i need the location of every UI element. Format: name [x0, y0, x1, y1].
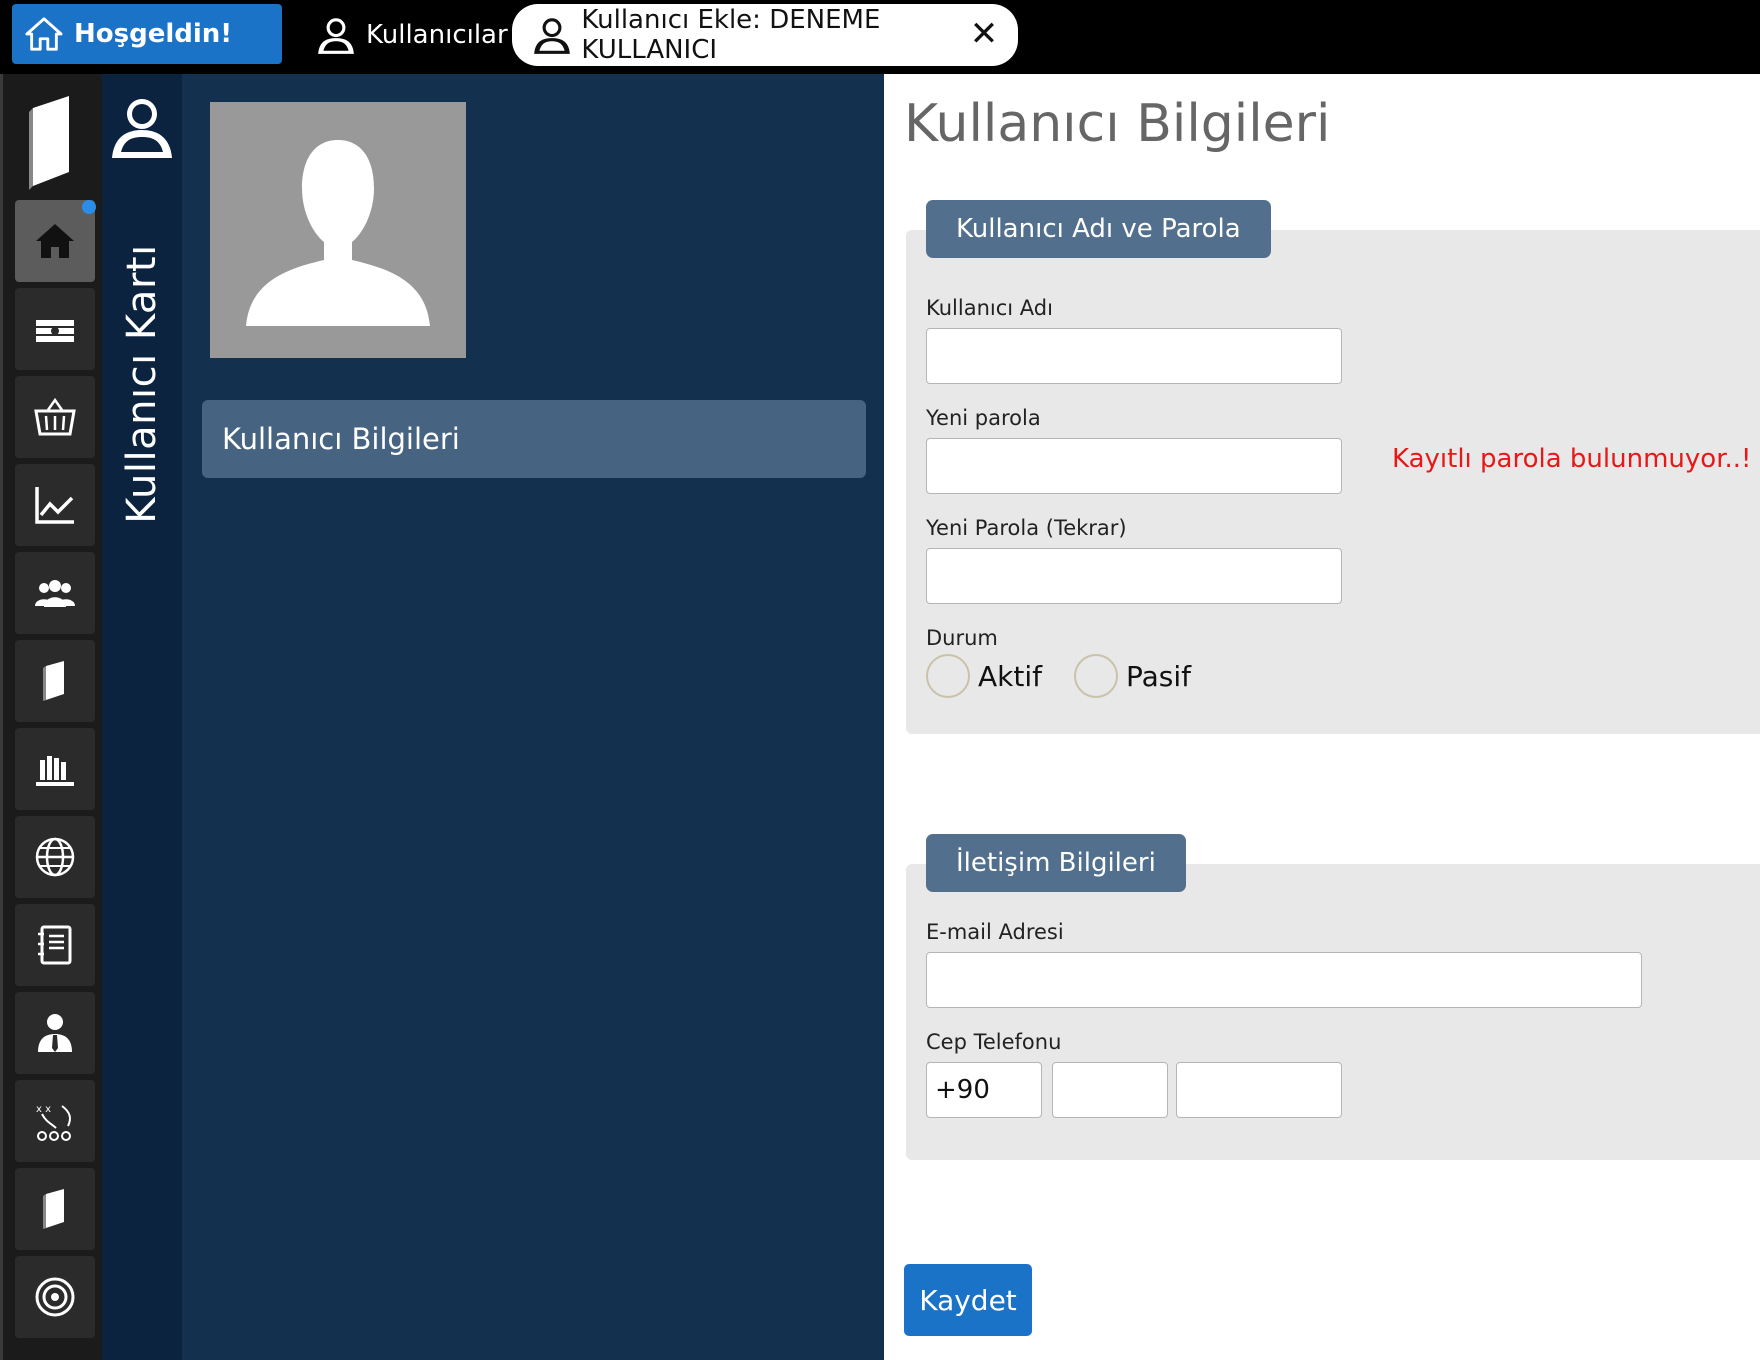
phone-area-input[interactable]: [1052, 1062, 1168, 1118]
side-panel: Kullanıcı Bilgileri: [182, 74, 884, 1360]
tab-users[interactable]: Kullanıcılar: [310, 6, 512, 64]
book-icon-2: [43, 1189, 64, 1229]
chart-line-icon: [35, 487, 74, 524]
basket-icon: [34, 397, 76, 436]
username-label: Kullanıcı Adı: [926, 296, 1053, 320]
sidebar-item-notebook[interactable]: [15, 904, 95, 986]
notebook-icon: [38, 925, 72, 965]
group-icon: [35, 580, 75, 607]
repeat-password-input[interactable]: [926, 548, 1342, 604]
card-title-strip: Kullanıcı Kartı: [102, 74, 182, 1360]
sidebar-item-person[interactable]: [15, 992, 95, 1074]
notification-dot: [82, 200, 96, 214]
sidebar-item-library[interactable]: [15, 728, 95, 810]
sidebar-item-target[interactable]: [15, 1256, 95, 1338]
sidebar-item-basket[interactable]: [15, 376, 95, 458]
status-passive-radio[interactable]: Pasif: [1074, 654, 1191, 698]
person-tie-icon: [38, 1014, 72, 1052]
side-menu-item-user-info[interactable]: Kullanıcı Bilgileri: [202, 400, 866, 478]
tab-add-user-label: Kullanıcı Ekle: DENEME KULLANICI: [581, 5, 881, 65]
password-warning: Kayıtlı parola bulunmuyor..!: [1392, 444, 1752, 474]
book-icon: [43, 661, 64, 701]
user-icon: [314, 13, 358, 57]
avatar-placeholder[interactable]: [210, 102, 466, 358]
status-active-radio[interactable]: Aktif: [926, 654, 1042, 698]
sidebar-item-strategy[interactable]: x x: [15, 1080, 95, 1162]
radio-circle[interactable]: [1074, 654, 1118, 698]
tab-home[interactable]: Hoşgeldin!: [12, 4, 282, 64]
sidebar-item-home[interactable]: [15, 200, 96, 282]
sidebar-item-money[interactable]: [15, 288, 95, 370]
icon-sidebar: x x: [0, 74, 102, 1360]
house-icon: [22, 12, 66, 56]
status-label: Durum: [926, 626, 998, 650]
email-label: E-mail Adresi: [926, 920, 1064, 944]
section-contact-tab: İletişim Bilgileri: [926, 834, 1186, 892]
person-silhouette-icon: [246, 140, 430, 326]
svg-text:x x: x x: [36, 1104, 51, 1115]
sidebar-item-book-2[interactable]: [15, 1168, 95, 1250]
status-passive-label: Pasif: [1126, 659, 1192, 693]
repeat-password-label: Yeni Parola (Tekrar): [926, 516, 1127, 540]
username-input[interactable]: [926, 328, 1342, 384]
phone-label: Cep Telefonu: [926, 1030, 1062, 1054]
tab-add-user[interactable]: Kullanıcı Ekle: DENEME KULLANICI ✕: [512, 4, 1018, 66]
section-credentials: Kullanıcı Adı ve Parola Kullanıcı Adı Ye…: [906, 200, 1760, 734]
close-icon[interactable]: ✕: [966, 14, 1002, 54]
sidebar-item-group[interactable]: [15, 552, 95, 634]
logo-book-icon: [23, 94, 87, 194]
strategy-icon: x x: [36, 1104, 71, 1141]
new-password-label: Yeni parola: [926, 406, 1041, 430]
phone-number-input[interactable]: [1176, 1062, 1342, 1118]
main-content: Kullanıcı Bilgileri Kullanıcı Adı ve Par…: [884, 74, 1760, 1360]
page-title: Kullanıcı Bilgileri: [904, 94, 1331, 154]
home-icon: [36, 224, 74, 258]
tab-users-label: Kullanıcılar: [366, 20, 508, 50]
user-card-icon: [108, 92, 176, 162]
sidebar-item-book[interactable]: [15, 640, 95, 722]
card-title-vertical: Kullanıcı Kartı: [119, 244, 165, 524]
save-button[interactable]: Kaydet: [904, 1264, 1032, 1336]
sidebar-item-chart[interactable]: [15, 464, 95, 546]
section-contact: İletişim Bilgileri E-mail Adresi Cep Tel…: [906, 834, 1760, 1160]
sidebar-item-globe[interactable]: [15, 816, 95, 898]
radio-circle[interactable]: [926, 654, 970, 698]
tab-home-label: Hoşgeldin!: [74, 19, 233, 49]
user-icon: [530, 13, 573, 57]
money-icon: [36, 320, 74, 342]
top-tab-bar: Hoşgeldin! Kullanıcılar Kullanıcı Ekle: …: [0, 0, 1760, 74]
status-active-label: Aktif: [978, 659, 1042, 693]
library-icon: [36, 756, 74, 786]
section-credentials-tab: Kullanıcı Adı ve Parola: [926, 200, 1271, 258]
target-icon: [35, 1277, 75, 1317]
new-password-input[interactable]: [926, 438, 1342, 494]
globe-icon: [35, 837, 75, 877]
email-input[interactable]: [926, 952, 1642, 1008]
phone-country-input[interactable]: [926, 1062, 1042, 1118]
